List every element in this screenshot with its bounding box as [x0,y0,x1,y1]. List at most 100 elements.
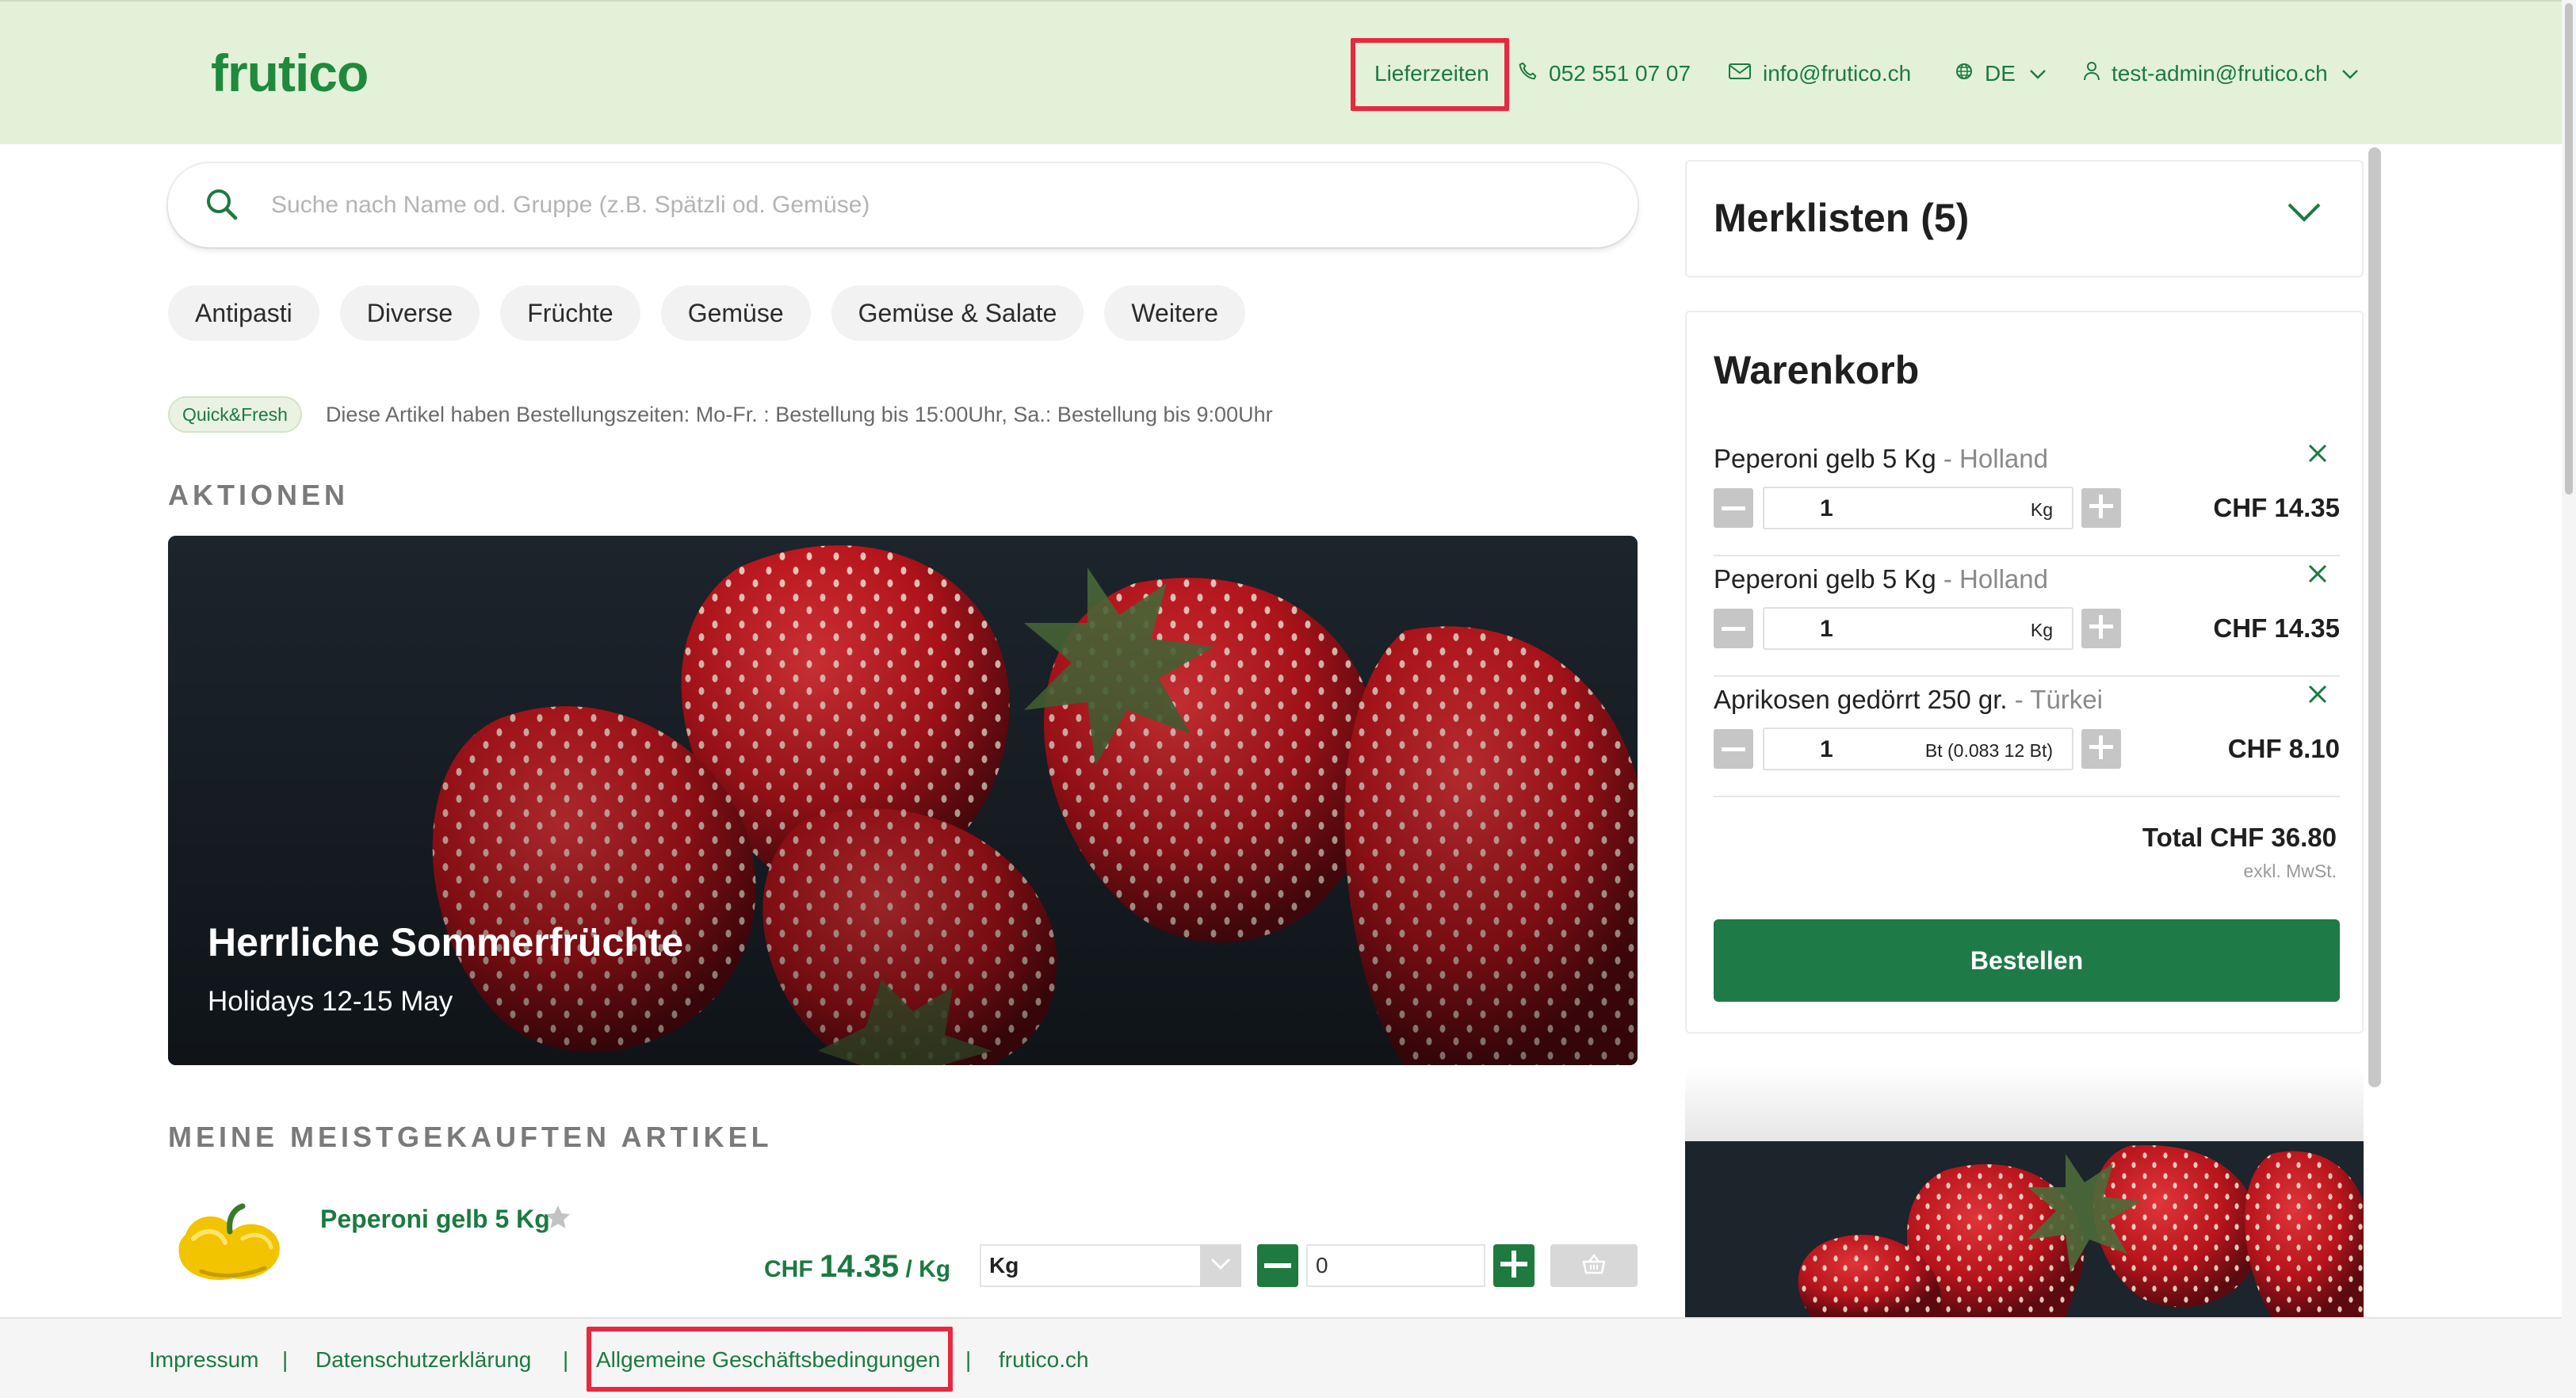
close-icon[interactable] [2307,563,2329,589]
vat-note: exkl. MwSt. [2243,861,2337,881]
watchlists-panel[interactable]: Merklisten (5) [1685,160,2364,277]
footer-separator: | [965,1347,972,1372]
actions-heading: AKTIONEN [168,479,349,511]
category-chip[interactable]: Weitere [1104,285,1246,341]
cart-total: Total CHF 36.80 [2142,823,2337,852]
plus-icon [2089,735,2113,763]
quantity-value: 1 [1820,616,1833,642]
footer-separator: | [563,1347,569,1372]
footer-separator: | [282,1347,289,1372]
user-menu[interactable]: test-admin@frutico.ch [2083,2,2360,146]
highlight-box-terms [587,1327,953,1392]
cart-item-price: CHF 14.35 [2213,493,2340,522]
cart-item-name: Peperoni gelb 5 Kg - Holland [1714,564,2048,594]
category-chip[interactable]: Gemüse [660,285,811,341]
price-unit: / Kg [905,1256,951,1282]
email-address: info@frutico.ch [1763,61,1912,86]
category-chip[interactable]: Früchte [500,285,640,341]
phone-link[interactable]: 052 551 07 07 [1517,2,1691,146]
decrease-quantity-button[interactable] [1714,609,1753,648]
footer-link-impressum[interactable]: Impressum [149,1347,258,1373]
category-chip[interactable]: Antipasti [168,285,319,341]
cart-item-title: Aprikosen gedörrt 250 gr. [1714,685,2008,714]
site-header: frutico Lieferzeiten 052 551 07 07 info@… [0,0,2562,144]
close-icon[interactable] [2307,683,2329,709]
footer-link-privacy[interactable]: Datenschutzerklärung [315,1347,531,1373]
logo[interactable]: frutico [211,43,369,103]
email-link[interactable]: info@frutico.ch [1728,2,1911,146]
promo-banner[interactable]: Herrliche Sommerfrüchte Holidays 12-15 M… [168,536,1638,1065]
footer-link-frutico[interactable]: frutico.ch [999,1347,1089,1373]
increase-quantity-button[interactable] [1493,1244,1535,1287]
cart-item-price: CHF 8.10 [2227,734,2340,763]
chevron-down-icon [1210,1257,1232,1275]
category-chip[interactable]: Diverse [339,285,480,341]
chevron-down-icon[interactable] [2286,201,2322,229]
highlight-box-delivery-times [1351,38,1509,111]
user-email: test-admin@frutico.ch [2112,61,2328,86]
chevron-down-icon [2341,61,2360,86]
banner-subtitle: Holidays 12-15 May [208,986,453,1017]
order-button[interactable]: Bestellen [1714,919,2340,1002]
chevron-down-icon [2028,61,2047,86]
minus-icon [1722,501,1745,515]
page-scrollbar[interactable] [2562,0,2576,1398]
side-promo-image[interactable] [1685,1067,2364,1317]
basket-icon [1581,1253,1607,1279]
cart-item: Peperoni gelb 5 Kg - Holland 1 Kg CHF 14… [1714,437,2340,556]
plus-icon [2089,614,2113,643]
search-input[interactable] [271,163,1587,247]
phone-number: 052 551 07 07 [1549,61,1691,86]
plus-icon [1500,1250,1527,1282]
category-chip[interactable]: Gemüse & Salate [831,285,1084,341]
quickfresh-text: Diese Artikel haben Bestellungszeiten: M… [325,402,1273,426]
cart-item-title: Peperoni gelb 5 Kg [1714,444,1936,473]
quantity-value: 1 [1820,736,1833,762]
plus-icon [2089,494,2113,522]
cart-item-title: Peperoni gelb 5 Kg [1714,564,1936,594]
decrease-quantity-button[interactable] [1714,488,1753,528]
quantity-unit: Kg [2030,620,2053,640]
price-currency: CHF [764,1256,813,1282]
quantity-input[interactable]: 1 Bt (0.083 12 Bt) [1763,728,2073,770]
cart-panel: Warenkorb Peperoni gelb 5 Kg - Holland 1… [1685,311,2364,1033]
quantity-unit: Bt (0.083 12 Bt) [1924,740,2053,761]
close-icon[interactable] [2307,442,2329,468]
decrease-quantity-button[interactable] [1714,729,1753,769]
minus-icon [1722,621,1745,636]
globe-icon [1955,61,1974,86]
product-price: CHF 14.35 / Kg [764,1249,950,1285]
site-footer: Impressum | Datenschutzerklärung | Allge… [0,1317,2562,1398]
cart-title: Warenkorb [1714,348,1920,392]
banner-title: Herrliche Sommerfrüchte [208,920,684,964]
cart-item-name: Peperoni gelb 5 Kg - Holland [1714,444,2048,474]
decrease-quantity-button[interactable] [1257,1244,1298,1287]
cart-item-price: CHF 14.35 [2213,613,2340,643]
page-scrollbar-thumb[interactable] [2565,3,2573,495]
star-icon[interactable] [544,1203,572,1236]
category-chips: Antipasti Diverse Früchte Gemüse Gemüse … [168,285,1246,341]
mail-icon [1728,61,1752,86]
quantity-input[interactable]: 1 Kg [1763,607,2073,650]
add-to-cart-button[interactable] [1550,1244,1638,1287]
cart-item-origin: - Holland [1943,564,2048,594]
quantity-value: 1 [1820,495,1833,521]
cart-item-origin: - Holland [1943,444,2048,473]
quantity-input[interactable]: 0 [1306,1244,1485,1287]
increase-quantity-button[interactable] [2081,609,2121,648]
cart-item-name: Aprikosen gedörrt 250 gr. - Türkei [1714,685,2103,715]
cart-item: Peperoni gelb 5 Kg - Holland 1 Kg CHF 14… [1714,558,2340,677]
search-icon[interactable] [201,184,244,231]
increase-quantity-button[interactable] [2081,729,2121,769]
quickfresh-info: Quick&Fresh Diese Artikel haben Bestellu… [168,396,1273,433]
product-name[interactable]: Peperoni gelb 5 Kg [320,1205,550,1234]
cart-scrollbar[interactable] [2368,147,2381,1087]
product-image[interactable] [170,1195,289,1290]
language-selector[interactable]: DE [1955,2,2047,146]
minus-icon [1264,1259,1291,1273]
quantity-input[interactable]: 1 Kg [1763,487,2073,529]
unit-select-toggle[interactable] [1200,1244,1241,1287]
search-bar [168,163,1638,247]
increase-quantity-button[interactable] [2081,488,2121,528]
phone-icon [1517,61,1538,87]
